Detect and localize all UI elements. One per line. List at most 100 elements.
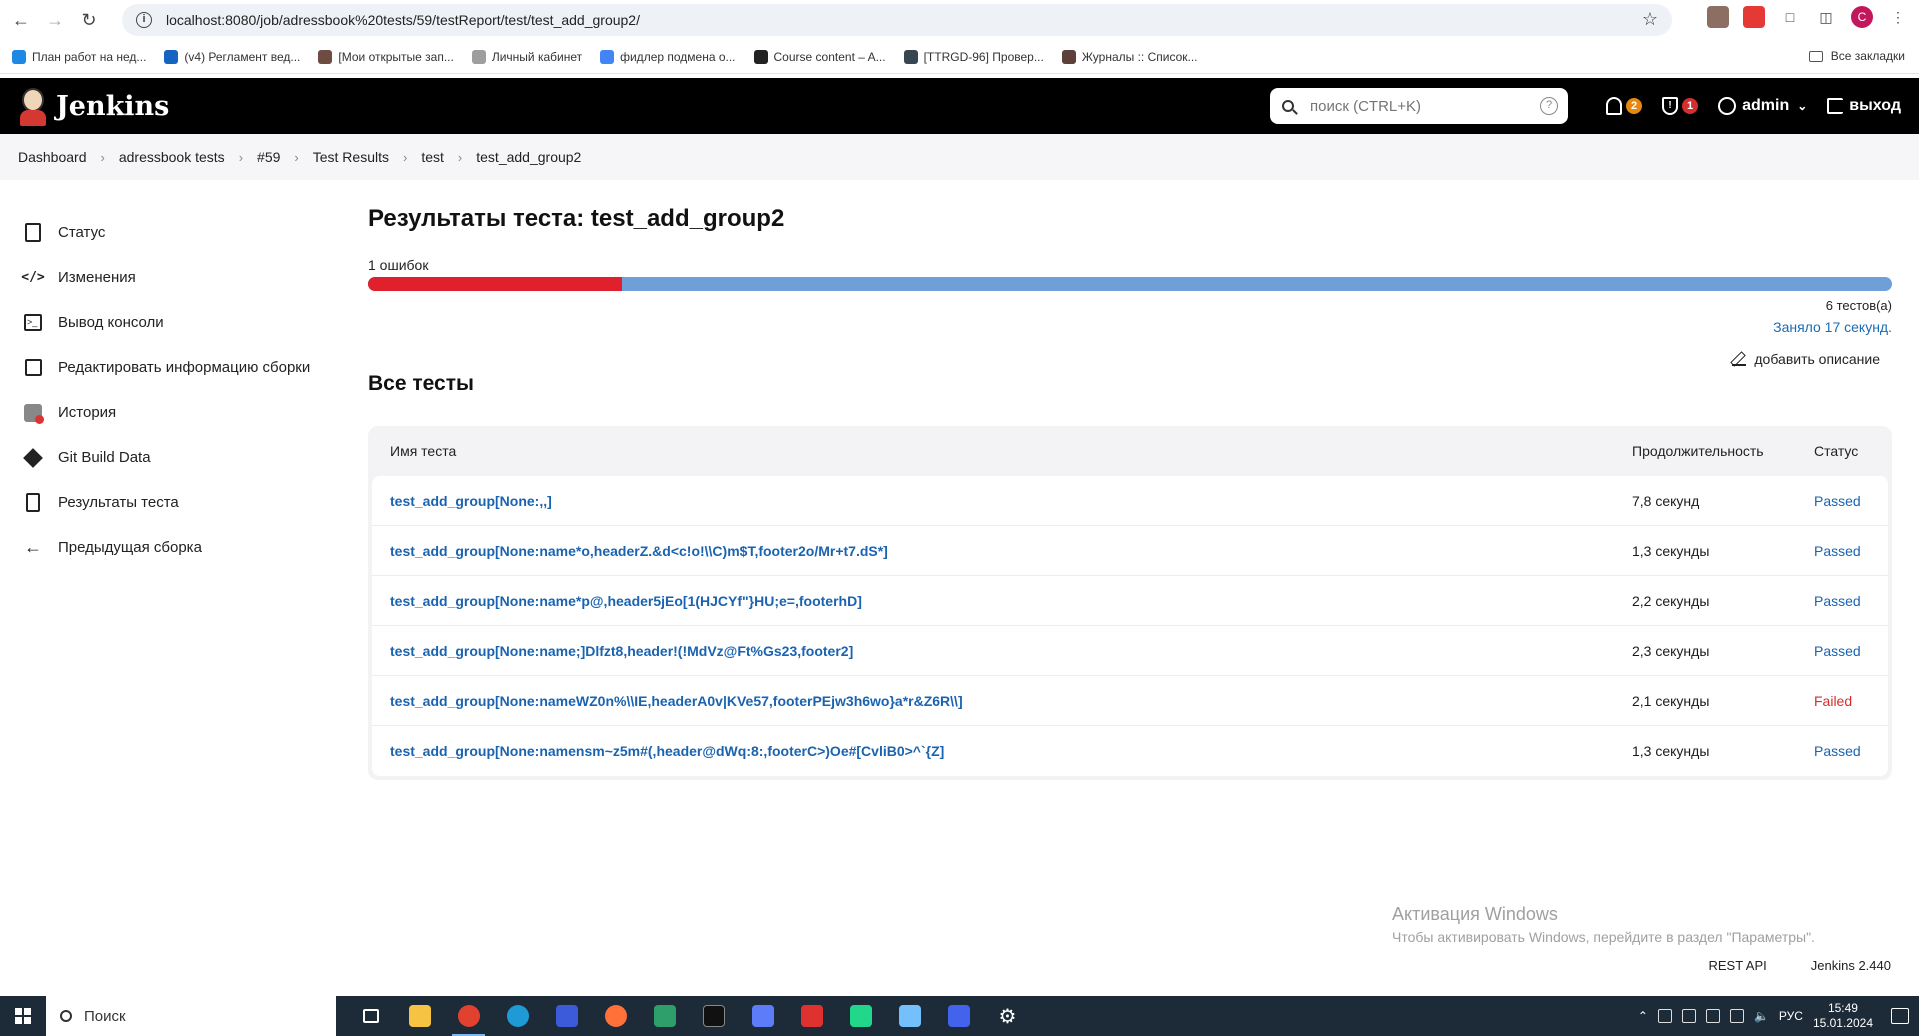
volume-icon[interactable]: 🔈 bbox=[1754, 1009, 1769, 1023]
notifications-button[interactable]: 2 bbox=[1606, 97, 1643, 115]
sidepanel-icon[interactable]: ◫ bbox=[1815, 6, 1837, 28]
test-status: Passed bbox=[1814, 592, 1861, 609]
chevron-up-icon[interactable]: ⌃ bbox=[1638, 1009, 1648, 1023]
back-icon[interactable]: ← bbox=[8, 7, 34, 33]
language-indicator[interactable]: РУС bbox=[1779, 1009, 1803, 1023]
failures-label: 1 ошибок bbox=[368, 257, 429, 273]
column-header-name[interactable]: Имя теста bbox=[372, 443, 1632, 459]
rest-api-link[interactable]: REST API bbox=[1708, 958, 1766, 973]
chevron-right-icon: › bbox=[402, 149, 408, 165]
file-explorer-icon[interactable] bbox=[395, 996, 444, 1036]
taskbar-search-label: Поиск bbox=[84, 1007, 126, 1025]
sidebar-item-status[interactable]: Статус bbox=[24, 210, 344, 255]
chevron-right-icon: › bbox=[457, 149, 463, 165]
taskbar-clock[interactable]: 15:49 15.01.2024 bbox=[1813, 1001, 1873, 1031]
test-name-link[interactable]: test_add_group[None:name;]Dlfzt8,header!… bbox=[390, 643, 853, 659]
breadcrumb-item-current[interactable]: test_add_group2 bbox=[476, 149, 581, 165]
logout-icon bbox=[1827, 98, 1844, 114]
security-button[interactable]: ! 1 bbox=[1662, 97, 1699, 115]
duration-link[interactable]: Заняло 17 секунд. bbox=[368, 319, 1892, 335]
user-menu[interactable]: admin ⌄ bbox=[1718, 97, 1807, 115]
sidebar-item-previous-build[interactable]: ← Предыдущая сборка bbox=[24, 525, 344, 570]
taskbar-search[interactable]: Поиск bbox=[46, 996, 336, 1036]
puzzle-icon[interactable]: □ bbox=[1779, 6, 1801, 28]
breadcrumb-item[interactable]: Test Results bbox=[313, 149, 389, 165]
sidebar-item-history[interactable]: История bbox=[24, 390, 344, 435]
site-info-icon[interactable]: i bbox=[136, 12, 152, 28]
notifications-center-icon[interactable] bbox=[1891, 1008, 1909, 1024]
breadcrumb-item[interactable]: adressbook tests bbox=[119, 149, 225, 165]
logout-button[interactable]: выход bbox=[1827, 97, 1901, 115]
tray-app-icon[interactable] bbox=[1657, 1009, 1672, 1023]
sidebar-item-edit-build-info[interactable]: Редактировать информацию сборки bbox=[24, 345, 344, 390]
bookmark-item[interactable]: [TTRGD-96] Провер... bbox=[903, 49, 1044, 64]
reload-icon[interactable]: ↻ bbox=[76, 7, 102, 33]
pencil-icon bbox=[1732, 352, 1747, 366]
task-view-icon[interactable] bbox=[346, 996, 395, 1036]
history-icon bbox=[24, 403, 44, 424]
pycharm-icon[interactable] bbox=[836, 996, 885, 1036]
test-name-link[interactable]: test_add_group[None:namensm~z5m#(,header… bbox=[390, 743, 944, 759]
terminal-icon[interactable] bbox=[689, 996, 738, 1036]
breadcrumb-item[interactable]: #59 bbox=[257, 149, 280, 165]
app-icon[interactable] bbox=[885, 996, 934, 1036]
profile-avatar[interactable]: C bbox=[1851, 6, 1873, 28]
address-bar[interactable]: i localhost:8080/job/adressbook%20tests/… bbox=[122, 4, 1672, 36]
sidebar-item-label: Git Build Data bbox=[58, 449, 151, 466]
jenkins-version-link[interactable]: Jenkins 2.440 bbox=[1811, 958, 1891, 973]
start-button[interactable] bbox=[0, 996, 46, 1036]
tray-app-icon[interactable] bbox=[1705, 1009, 1720, 1023]
bookmark-item[interactable]: (v4) Регламент вед... bbox=[164, 49, 300, 64]
bookmark-item[interactable]: Личный кабинет bbox=[471, 49, 582, 64]
column-header-status[interactable]: Статус bbox=[1814, 443, 1888, 459]
sidebar-item-git-build-data[interactable]: Git Build Data bbox=[23, 435, 344, 480]
app-icon[interactable] bbox=[787, 996, 836, 1036]
chrome-icon[interactable] bbox=[444, 996, 493, 1036]
firefox-icon[interactable] bbox=[591, 996, 640, 1036]
more-menu-icon[interactable]: ⋮ bbox=[1887, 6, 1909, 28]
bookmark-item[interactable]: Course content – A... bbox=[753, 49, 886, 64]
bookmark-star-icon[interactable]: ☆ bbox=[1642, 9, 1658, 30]
tray-app-icon[interactable] bbox=[1681, 1009, 1696, 1023]
sidebar-item-changes[interactable]: </> Изменения bbox=[21, 255, 344, 300]
help-icon[interactable]: ? bbox=[1540, 97, 1558, 115]
add-description-label: добавить описание bbox=[1754, 351, 1880, 367]
sidebar-item-label: Результаты теста bbox=[58, 494, 179, 511]
search-icon bbox=[1282, 100, 1294, 112]
extension-icon[interactable] bbox=[1743, 6, 1765, 28]
add-description-button[interactable]: добавить описание bbox=[1732, 351, 1880, 367]
app-icon[interactable] bbox=[934, 996, 983, 1036]
sidebar-item-test-results[interactable]: Результаты теста bbox=[24, 480, 344, 525]
test-name-link[interactable]: test_add_group[None:name*o,headerZ.&d<c!… bbox=[390, 543, 888, 559]
clock-time: 15:49 bbox=[1827, 1001, 1858, 1015]
skype-icon[interactable] bbox=[493, 996, 542, 1036]
breadcrumb-item[interactable]: Dashboard bbox=[18, 149, 87, 165]
all-bookmarks[interactable]: Все закладки bbox=[1808, 49, 1905, 63]
settings-gear-icon[interactable]: ⚙ bbox=[983, 996, 1032, 1036]
app-icon[interactable] bbox=[640, 996, 689, 1036]
sidebar-item-label: Редактировать информацию сборки bbox=[58, 359, 311, 376]
test-name-link[interactable]: test_add_group[None:nameWZ0n%\\IE,header… bbox=[390, 693, 963, 709]
test-duration: 1,3 секунды bbox=[1632, 743, 1710, 759]
network-icon[interactable] bbox=[1729, 1009, 1744, 1023]
url-text[interactable]: localhost:8080/job/adressbook%20tests/59… bbox=[166, 12, 640, 28]
test-status: Passed bbox=[1814, 542, 1861, 559]
extension-icon[interactable] bbox=[1707, 6, 1729, 28]
test-name-link[interactable]: test_add_group[None:name*p@,header5jEo[1… bbox=[390, 593, 862, 609]
app-icon[interactable] bbox=[542, 996, 591, 1036]
bookmark-item[interactable]: [Мои открытые зап... bbox=[318, 49, 454, 64]
test-name-link[interactable]: test_add_group[None:,,] bbox=[390, 493, 552, 509]
breadcrumb-item[interactable]: test bbox=[421, 149, 444, 165]
app-icon[interactable] bbox=[738, 996, 787, 1036]
search-input[interactable] bbox=[1310, 97, 1530, 115]
test-duration: 7,8 секунд bbox=[1632, 492, 1700, 509]
column-header-duration[interactable]: Продолжительность bbox=[1632, 443, 1814, 459]
search-box[interactable]: ? bbox=[1270, 88, 1568, 124]
jenkins-logo[interactable]: Jenkins bbox=[18, 86, 169, 126]
bookmark-item[interactable]: План работ на нед... bbox=[12, 49, 146, 64]
sidebar-item-console[interactable]: >_ Вывод консоли bbox=[24, 300, 344, 345]
bookmark-item[interactable]: Журналы :: Список... bbox=[1061, 49, 1198, 64]
forward-icon[interactable]: → bbox=[42, 7, 68, 33]
bookmark-item[interactable]: фидлер подмена о... bbox=[600, 49, 736, 64]
table-row: test_add_group[None:nameWZ0n%\\IE,header… bbox=[372, 676, 1888, 726]
